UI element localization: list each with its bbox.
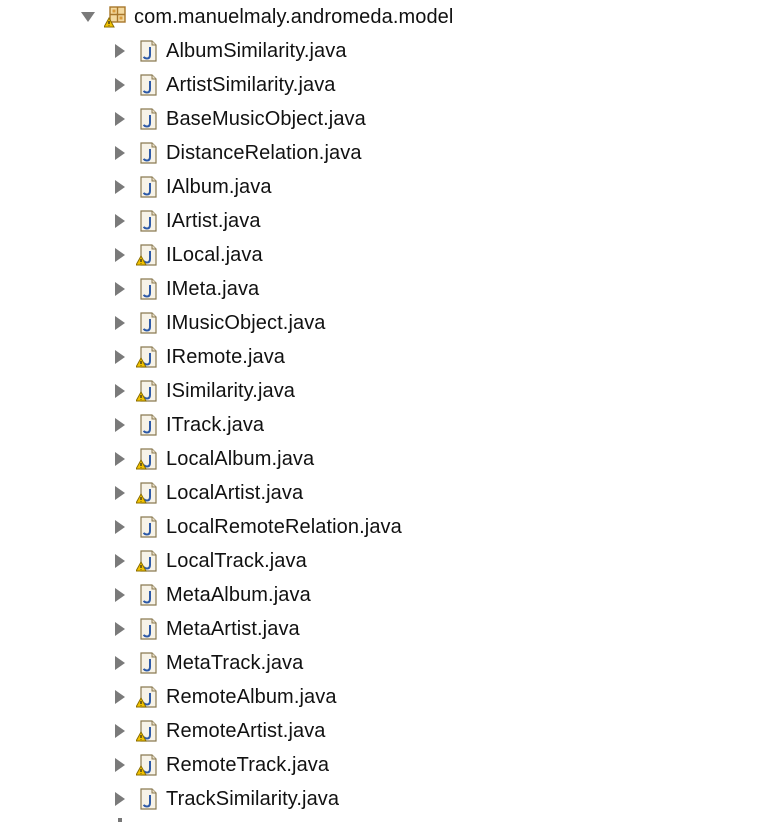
collapsed-chevron-icon[interactable] — [110, 748, 130, 782]
next-row-fragment — [118, 818, 122, 822]
collapsed-chevron-icon[interactable] — [110, 646, 130, 680]
collapsed-chevron-icon[interactable] — [110, 238, 130, 272]
java-file-warning-icon — [136, 345, 160, 369]
file-label[interactable]: LocalRemoteRelation.java — [166, 510, 402, 544]
file-label[interactable]: IArtist.java — [166, 204, 261, 238]
file-label[interactable]: LocalAlbum.java — [166, 442, 314, 476]
collapsed-chevron-icon[interactable] — [110, 68, 130, 102]
java-file-warning-icon — [136, 447, 160, 471]
collapsed-chevron-icon[interactable] — [110, 136, 130, 170]
java-file-warning-icon — [136, 685, 160, 709]
file-node[interactable]: IMusicObject.java — [110, 306, 326, 340]
file-node[interactable]: BaseMusicObject.java — [110, 102, 366, 136]
collapsed-chevron-icon[interactable] — [110, 306, 130, 340]
file-label[interactable]: LocalTrack.java — [166, 544, 307, 578]
package-label[interactable]: com.manuelmaly.andromeda.model — [134, 0, 453, 34]
file-node[interactable]: ILocal.java — [110, 238, 263, 272]
collapsed-chevron-icon[interactable] — [110, 510, 130, 544]
java-file-icon — [136, 413, 160, 437]
file-node[interactable]: MetaArtist.java — [110, 612, 300, 646]
collapsed-chevron-icon[interactable] — [110, 204, 130, 238]
file-node[interactable]: LocalAlbum.java — [110, 442, 314, 476]
java-file-icon — [136, 73, 160, 97]
file-label[interactable]: BaseMusicObject.java — [166, 102, 366, 136]
file-node[interactable]: RemoteTrack.java — [110, 748, 329, 782]
file-label[interactable]: ILocal.java — [166, 238, 263, 272]
collapsed-chevron-icon[interactable] — [110, 782, 130, 816]
collapsed-chevron-icon[interactable] — [110, 102, 130, 136]
file-node[interactable]: ITrack.java — [110, 408, 264, 442]
java-file-icon — [136, 175, 160, 199]
java-file-warning-icon — [136, 481, 160, 505]
file-label[interactable]: IAlbum.java — [166, 170, 272, 204]
java-file-icon — [136, 141, 160, 165]
java-file-icon — [136, 107, 160, 131]
collapsed-chevron-icon[interactable] — [110, 408, 130, 442]
collapsed-chevron-icon[interactable] — [110, 714, 130, 748]
file-label[interactable]: RemoteAlbum.java — [166, 680, 337, 714]
java-file-warning-icon — [136, 753, 160, 777]
file-node[interactable]: MetaAlbum.java — [110, 578, 311, 612]
file-node[interactable]: TrackSimilarity.java — [110, 782, 339, 816]
file-label[interactable]: LocalArtist.java — [166, 476, 303, 510]
file-label[interactable]: AlbumSimilarity.java — [166, 34, 347, 68]
file-node[interactable]: IArtist.java — [110, 204, 261, 238]
file-node[interactable]: IRemote.java — [110, 340, 285, 374]
file-node[interactable]: DistanceRelation.java — [110, 136, 362, 170]
collapsed-chevron-icon[interactable] — [110, 272, 130, 306]
collapsed-chevron-icon[interactable] — [110, 340, 130, 374]
collapsed-chevron-icon[interactable] — [110, 544, 130, 578]
file-node[interactable]: LocalRemoteRelation.java — [110, 510, 402, 544]
java-file-icon — [136, 311, 160, 335]
file-node[interactable]: MetaTrack.java — [110, 646, 303, 680]
java-file-warning-icon — [136, 719, 160, 743]
collapsed-chevron-icon[interactable] — [110, 170, 130, 204]
collapsed-chevron-icon[interactable] — [110, 680, 130, 714]
file-node[interactable]: RemoteAlbum.java — [110, 680, 337, 714]
java-file-icon — [136, 515, 160, 539]
collapsed-chevron-icon[interactable] — [110, 442, 130, 476]
file-node[interactable]: ISimilarity.java — [110, 374, 295, 408]
java-file-warning-icon — [136, 549, 160, 573]
file-label[interactable]: RemoteArtist.java — [166, 714, 326, 748]
file-label[interactable]: ArtistSimilarity.java — [166, 68, 336, 102]
collapsed-chevron-icon[interactable] — [110, 476, 130, 510]
file-label[interactable]: IMeta.java — [166, 272, 259, 306]
file-node[interactable]: LocalTrack.java — [110, 544, 307, 578]
file-label[interactable]: IRemote.java — [166, 340, 285, 374]
file-node[interactable]: RemoteArtist.java — [110, 714, 326, 748]
java-file-warning-icon — [136, 243, 160, 267]
file-label[interactable]: ISimilarity.java — [166, 374, 295, 408]
package-explorer-tree: com.manuelmaly.andromeda.model AlbumSimi… — [0, 0, 768, 822]
file-label[interactable]: DistanceRelation.java — [166, 136, 362, 170]
package-node[interactable]: com.manuelmaly.andromeda.model — [78, 0, 453, 34]
file-label[interactable]: MetaAlbum.java — [166, 578, 311, 612]
file-node[interactable]: ArtistSimilarity.java — [110, 68, 336, 102]
file-node[interactable]: IAlbum.java — [110, 170, 272, 204]
java-file-icon — [136, 209, 160, 233]
collapsed-chevron-icon[interactable] — [110, 34, 130, 68]
collapsed-chevron-icon[interactable] — [110, 374, 130, 408]
file-label[interactable]: RemoteTrack.java — [166, 748, 329, 782]
java-file-icon — [136, 651, 160, 675]
file-label[interactable]: MetaArtist.java — [166, 612, 300, 646]
java-file-icon — [136, 787, 160, 811]
java-file-icon — [136, 277, 160, 301]
java-file-icon — [136, 583, 160, 607]
java-file-icon — [136, 617, 160, 641]
file-node[interactable]: AlbumSimilarity.java — [110, 34, 347, 68]
file-label[interactable]: ITrack.java — [166, 408, 264, 442]
file-label[interactable]: MetaTrack.java — [166, 646, 303, 680]
package-warning-icon — [104, 5, 128, 29]
java-file-icon — [136, 39, 160, 63]
collapsed-chevron-icon[interactable] — [110, 578, 130, 612]
collapsed-chevron-icon[interactable] — [110, 612, 130, 646]
file-node[interactable]: IMeta.java — [110, 272, 259, 306]
expanded-chevron-icon[interactable] — [78, 0, 98, 34]
file-label[interactable]: TrackSimilarity.java — [166, 782, 339, 816]
java-file-warning-icon — [136, 379, 160, 403]
file-node[interactable]: LocalArtist.java — [110, 476, 303, 510]
file-label[interactable]: IMusicObject.java — [166, 306, 326, 340]
